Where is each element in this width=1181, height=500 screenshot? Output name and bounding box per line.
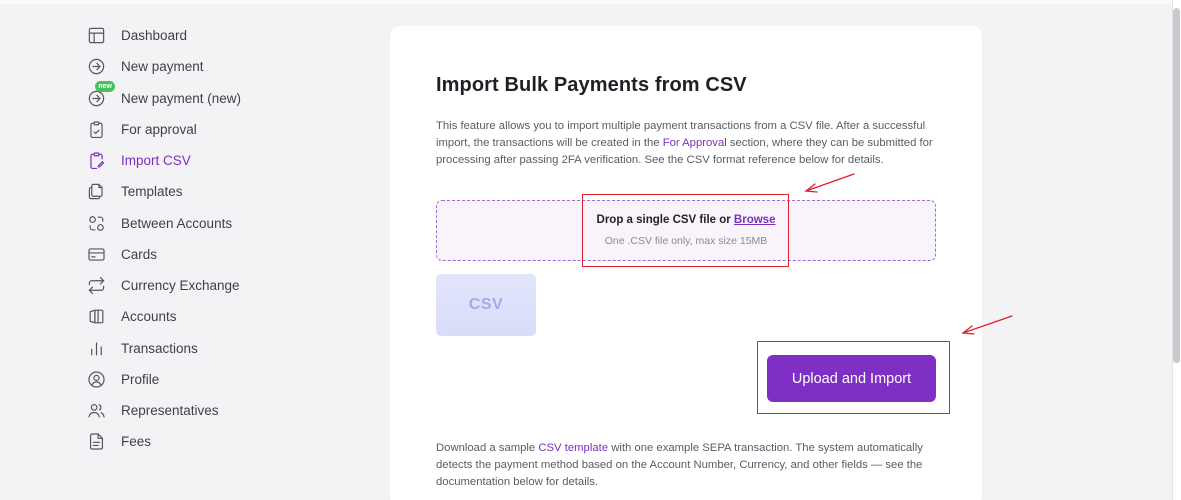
sidebar: Dashboard New payment new New payment (new)… <box>86 20 346 458</box>
sidebar-item-for-approval[interactable]: For approval <box>86 114 346 145</box>
sidebar-item-between-accounts[interactable]: Between Accounts <box>86 208 346 239</box>
annotation-box-upload <box>757 341 950 414</box>
csv-file-thumbnail: CSV <box>436 274 536 336</box>
card-icon <box>86 244 106 264</box>
sidebar-item-label: Dashboard <box>121 28 188 44</box>
between-accounts-icon <box>86 213 106 233</box>
sidebar-item-label: Cards <box>121 246 158 262</box>
sidebar-item-new-payment-new[interactable]: new New payment (new) <box>86 81 346 114</box>
clipboard-icon <box>86 119 106 139</box>
sidebar-item-label: Templates <box>121 184 183 200</box>
sidebar-item-transactions[interactable]: Transactions <box>86 333 346 364</box>
for-approval-link[interactable]: For Approval <box>663 137 727 149</box>
sidebar-item-label: Representatives <box>121 403 219 419</box>
sidebar-item-label: New payment (new) <box>121 90 242 106</box>
sidebar-item-new-payment[interactable]: New payment <box>86 51 346 82</box>
sidebar-item-label: For approval <box>121 121 197 137</box>
bar-chart-icon <box>86 338 106 358</box>
sidebar-item-fees[interactable]: Fees <box>86 426 346 457</box>
sidebar-item-label: Fees <box>121 434 152 450</box>
sidebar-item-label: Currency Exchange <box>121 278 240 294</box>
footer-text-part1: Download a sample <box>436 442 539 454</box>
csv-template-link[interactable]: CSV template <box>538 442 608 454</box>
arrow-circle-icon: new <box>86 81 115 108</box>
new-badge: new <box>95 81 115 93</box>
top-bar <box>0 0 1181 4</box>
sidebar-item-templates[interactable]: Templates <box>86 176 346 207</box>
sidebar-item-label: New payment <box>121 59 204 75</box>
sidebar-item-label: Between Accounts <box>121 215 233 231</box>
intro-text: This feature allows you to import multip… <box>436 118 946 169</box>
scrollbar-thumb[interactable] <box>1173 8 1180 363</box>
sidebar-item-label: Import CSV <box>121 153 191 169</box>
exchange-icon <box>86 276 106 296</box>
accounts-icon <box>86 307 106 327</box>
scrollbar[interactable] <box>1172 0 1181 500</box>
clipboard-edit-icon <box>86 151 106 171</box>
sidebar-item-accounts[interactable]: Accounts <box>86 301 346 332</box>
dashboard-icon <box>86 26 106 46</box>
annotation-box-dropzone <box>582 194 789 267</box>
sidebar-item-label: Profile <box>121 371 160 387</box>
users-icon <box>86 401 106 421</box>
sidebar-item-profile[interactable]: Profile <box>86 364 346 395</box>
document-icon <box>86 432 106 452</box>
sidebar-item-currency-exchange[interactable]: Currency Exchange <box>86 270 346 301</box>
template-help-text: Download a sample CSV template with one … <box>436 440 936 491</box>
user-circle-icon <box>86 369 106 389</box>
page-title: Import Bulk Payments from CSV <box>436 74 747 96</box>
copy-icon <box>86 182 106 202</box>
sidebar-item-representatives[interactable]: Representatives <box>86 395 346 426</box>
sidebar-item-label: Accounts <box>121 309 177 325</box>
sidebar-item-label: Transactions <box>121 340 198 356</box>
sidebar-item-import-csv[interactable]: Import CSV <box>86 145 346 176</box>
arrow-circle-icon <box>86 57 106 77</box>
sidebar-item-cards[interactable]: Cards <box>86 239 346 270</box>
sidebar-item-dashboard[interactable]: Dashboard <box>86 20 346 51</box>
